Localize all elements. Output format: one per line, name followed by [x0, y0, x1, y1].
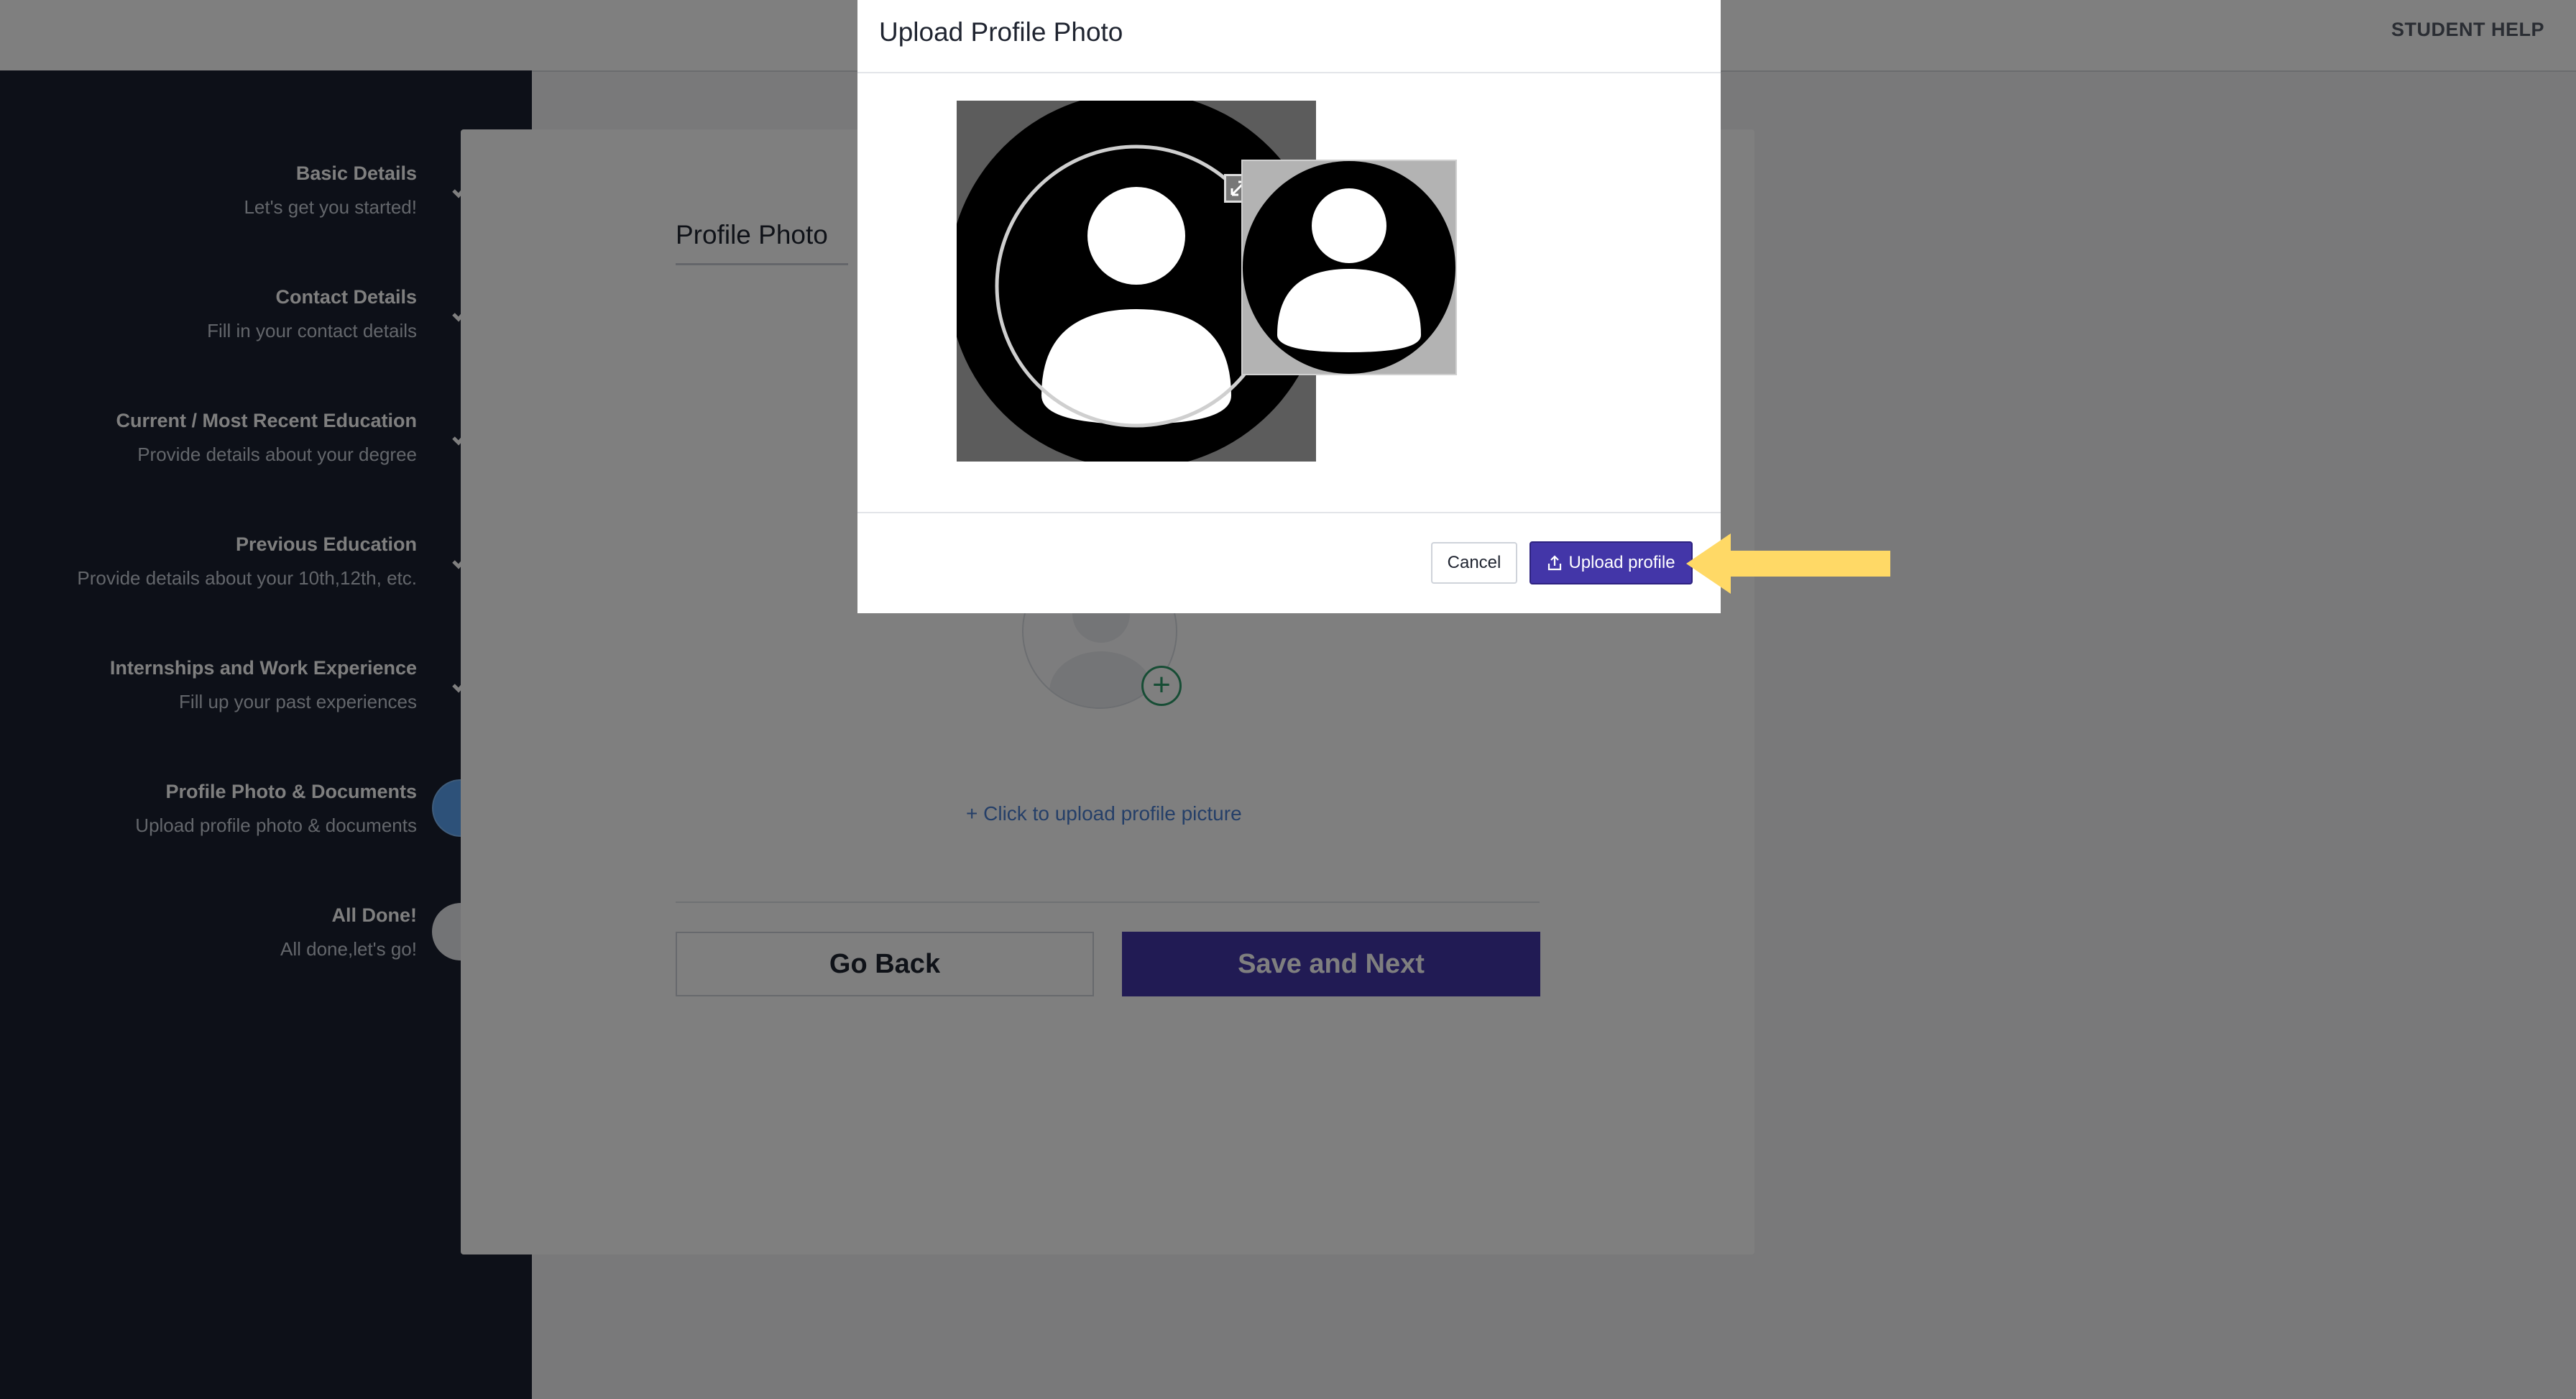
- upload-profile-button[interactable]: Upload profile: [1530, 541, 1693, 584]
- modal-header: Upload Profile Photo: [857, 0, 1721, 73]
- upload-profile-label: Upload profile: [1568, 553, 1675, 572]
- upload-photo-modal: Upload Profile Photo Cancel Upload profi…: [857, 0, 1721, 613]
- modal-title: Upload Profile Photo: [879, 17, 1123, 47]
- arrow-left-icon: [1686, 533, 1890, 594]
- upload-icon: [1548, 555, 1562, 571]
- crop-preview: [1241, 160, 1457, 375]
- cancel-button[interactable]: Cancel: [1431, 542, 1517, 584]
- profile-preview-image: [1243, 161, 1455, 374]
